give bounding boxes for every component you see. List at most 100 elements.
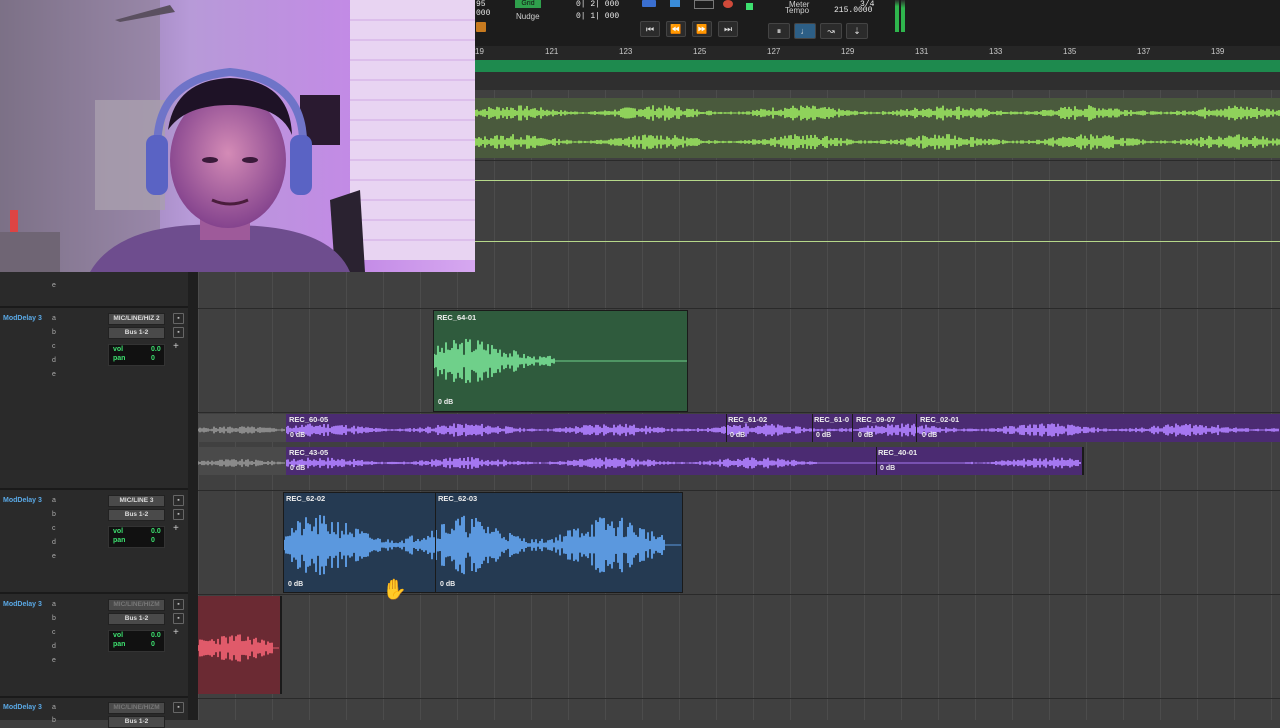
audio-clip-red[interactable] [198, 596, 282, 694]
track-name[interactable]: ModDelay 3 [3, 497, 42, 504]
nudge-value[interactable]: 0| 1| 000 [576, 12, 619, 21]
clip-gain[interactable]: 0 dB [730, 432, 745, 439]
track-options-icon[interactable]: ▪ [173, 613, 184, 624]
grid-value[interactable]: 0| 2| 000 [576, 0, 619, 9]
midi-merge-icon[interactable]: ⇣ [846, 23, 868, 39]
insert-slot[interactable]: a [52, 704, 56, 711]
track-header[interactable]: ModDelay 3 a b c d e MIC/LINE 3 Bus 1-2 … [0, 492, 188, 592]
vol-pan-box[interactable]: vol 0.0 pan 0 [108, 344, 165, 366]
pan-value[interactable]: 0 [151, 355, 155, 362]
track-name[interactable]: ModDelay 3 [3, 315, 42, 322]
tool-select-icon[interactable] [694, 0, 714, 9]
track-header[interactable]: ModDelay 3 a b MIC/LINE/HIZM Bus 1-2 ▪ [0, 700, 188, 728]
track-options-icon[interactable]: ▪ [173, 509, 184, 520]
audio-clip-purple[interactable]: REC_60-05 0 dB REC_61-02 0 dB REC_61-0 0… [286, 414, 1280, 442]
clip-gain[interactable]: 0 dB [922, 432, 937, 439]
vol-value[interactable]: 0.0 [151, 346, 161, 353]
input-selector[interactable]: MIC/LINE/HIZM [108, 599, 165, 611]
clip-gain[interactable]: 0 dB [440, 581, 455, 588]
input-selector[interactable]: MIC/LINE/HIZM [108, 702, 165, 714]
vol-pan-box[interactable]: vol 0.0 pan 0 [108, 630, 165, 652]
insert-slot[interactable]: a [52, 315, 56, 322]
clip-name: REC_62-03 [438, 494, 478, 503]
clip-gain[interactable]: 0 dB [438, 399, 453, 406]
clip-gain[interactable]: 0 dB [816, 432, 831, 439]
audio-clip-green[interactable]: REC_64-01 0 dB [433, 310, 688, 412]
track-options-icon[interactable]: ▪ [173, 702, 184, 713]
return-to-zero-icon[interactable]: ⏮ [640, 21, 660, 37]
pan-value[interactable]: 0 [151, 537, 155, 544]
insert-slot[interactable]: a [52, 497, 56, 504]
track-options-icon[interactable]: ▪ [173, 599, 184, 610]
insert-slot[interactable]: b [52, 717, 56, 724]
clip-name: REC_43-05 [289, 448, 329, 457]
clip-gain[interactable]: 0 dB [880, 465, 895, 472]
marker-ruler[interactable] [475, 60, 1280, 72]
output-selector[interactable]: Bus 1-2 [108, 327, 165, 339]
track-name[interactable]: ModDelay 3 [3, 601, 42, 608]
metronome-icon[interactable]: ♩ [794, 23, 816, 39]
pan-value[interactable]: 0 [151, 641, 155, 648]
clip-gain[interactable]: 0 dB [288, 581, 303, 588]
tool-zoom-icon[interactable] [642, 0, 656, 7]
track-options-icon[interactable]: ▪ [173, 495, 184, 506]
insert-slot[interactable]: b [52, 615, 56, 622]
webcam-overlay [0, 0, 475, 272]
vol-pan-box[interactable]: vol 0.0 pan 0 [108, 526, 165, 548]
insert-slot[interactable]: c [52, 525, 56, 532]
plus-icon[interactable]: + [173, 627, 179, 638]
track-separator [0, 696, 188, 698]
track-name[interactable]: ModDelay 3 [3, 704, 42, 711]
track-header[interactable]: ModDelay 3 a b c d e MIC/LINE/HIZM Bus 1… [0, 596, 188, 696]
grid-mode-button[interactable]: Grid [515, 0, 541, 8]
fast-forward-icon[interactable]: ⏩ [692, 21, 712, 37]
insert-slot[interactable]: d [52, 539, 56, 546]
bars-ruler[interactable]: 19 121 123 125 127 129 131 133 135 137 1… [475, 46, 1280, 61]
insert-slot[interactable]: d [52, 643, 56, 650]
insert-slot[interactable]: c [52, 629, 56, 636]
rewind-icon[interactable]: ⏪ [666, 21, 686, 37]
track-options-icon[interactable]: ▪ [173, 327, 184, 338]
output-selector[interactable]: Bus 1-2 [108, 613, 165, 625]
input-selector[interactable]: MIC/LINE/HIZ 2 [108, 313, 165, 325]
insert-slot[interactable]: e [52, 553, 56, 560]
transport-mode-icon[interactable] [476, 22, 486, 32]
track-header[interactable]: ModDelay 3 a b c d e MIC/LINE/HIZ 2 Bus … [0, 310, 188, 410]
vol-value[interactable]: 0.0 [151, 528, 161, 535]
vol-value[interactable]: 0.0 [151, 632, 161, 639]
record-mode-icon[interactable] [723, 0, 733, 8]
go-to-end-icon[interactable]: ⏭ [718, 21, 738, 37]
output-selector[interactable]: Bus 1-2 [108, 716, 165, 728]
insert-slot[interactable]: e [52, 282, 56, 289]
inactive-clip[interactable] [197, 447, 286, 475]
plus-icon[interactable]: + [173, 341, 179, 352]
clip-gain[interactable]: 0 dB [858, 432, 873, 439]
inactive-clip[interactable] [197, 414, 286, 442]
track-separator [0, 306, 188, 308]
audio-clip-purple[interactable]: REC_43-05 0 dB REC_40-01 0 dB [286, 447, 1084, 475]
clip-waveform [434, 338, 687, 384]
countoff-icon[interactable]: ↝ [820, 23, 842, 39]
tempo-value[interactable]: 215.0000 [834, 6, 872, 15]
track-options-icon[interactable]: ▪ [173, 313, 184, 324]
tool-trim-icon[interactable] [670, 0, 680, 7]
vol-label: vol [113, 528, 124, 535]
clip-waveform [197, 459, 285, 467]
insert-slot[interactable]: a [52, 601, 56, 608]
insert-slot[interactable]: b [52, 511, 56, 518]
plus-icon[interactable]: + [173, 523, 179, 534]
output-selector[interactable]: Bus 1-2 [108, 509, 165, 521]
insert-slot[interactable]: e [52, 657, 56, 664]
insert-slot[interactable]: b [52, 329, 56, 336]
wait-for-note-icon[interactable]: ⏸ [768, 23, 790, 39]
audio-clip-blue[interactable]: REC_62-02 0 dB REC_62-03 0 dB [283, 492, 683, 593]
lane-separator [198, 594, 1280, 595]
insert-slot[interactable]: e [52, 371, 56, 378]
clip-gain[interactable]: 0 dB [290, 465, 305, 472]
track-header-partial[interactable]: e [0, 272, 188, 306]
clip-gain[interactable]: 0 dB [290, 432, 305, 439]
insert-slot[interactable]: d [52, 357, 56, 364]
insert-slot[interactable]: c [52, 343, 56, 350]
input-selector[interactable]: MIC/LINE 3 [108, 495, 165, 507]
stereo-audio-clip[interactable] [475, 98, 1280, 158]
